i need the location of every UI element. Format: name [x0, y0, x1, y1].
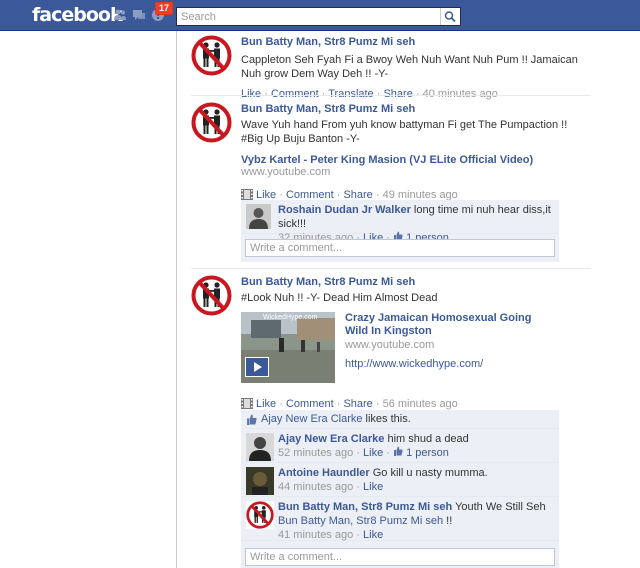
- comment-time[interactable]: 44 minutes ago: [278, 481, 353, 493]
- comment-content: Antoine Haundler Go kill u nasty mumma. …: [278, 467, 488, 493]
- comment-author[interactable]: Ajay New Era Clarke: [278, 433, 384, 445]
- commenter-avatar[interactable]: [246, 204, 274, 232]
- story-post: Bun Batty Man, Str8 Pumz Mi seh #Look Nu…: [191, 275, 591, 410]
- comment-tail: !!: [446, 515, 453, 527]
- search-box[interactable]: [176, 7, 461, 26]
- likes-sentence: Ajay New Era Clarke likes this.: [241, 410, 559, 429]
- story-post: Bun Batty Man, Str8 Pumz Mi seh Cappleto…: [191, 35, 591, 100]
- facebook-logo[interactable]: facebook: [32, 4, 123, 26]
- comment-like-link[interactable]: Like: [363, 529, 383, 541]
- story-divider: [191, 95, 591, 96]
- comment-content: Bun Batty Man, Str8 Pumz Mi seh Youth We…: [278, 501, 546, 541]
- comment-likes-count[interactable]: 1 person: [406, 447, 449, 459]
- comment-text: Youth We Still Seh: [455, 501, 546, 513]
- shared-link-url: www.youtube.com: [241, 166, 331, 178]
- comment-link[interactable]: Comment: [286, 398, 334, 410]
- comment-time[interactable]: 52 minutes ago: [278, 447, 353, 459]
- comment-like-link[interactable]: Like: [363, 481, 383, 493]
- search-input[interactable]: [177, 8, 432, 25]
- no-gay-symbol-avatar[interactable]: [191, 35, 232, 76]
- comment-item: Roshain Dudan Jr Walker long time mi nuh…: [241, 200, 559, 244]
- comment-author[interactable]: Bun Batty Man, Str8 Pumz Mi seh: [278, 501, 452, 513]
- comment-author[interactable]: Roshain Dudan Jr Walker: [278, 204, 411, 216]
- video-link[interactable]: http://www.wickedhype.com/: [345, 358, 545, 370]
- timestamp[interactable]: 40 minutes ago: [423, 88, 498, 100]
- shared-link[interactable]: Vybz Kartel - Peter King Masion (VJ ELit…: [241, 154, 581, 178]
- comment-item: Bun Batty Man, Str8 Pumz Mi seh Youth We…: [241, 497, 559, 541]
- story-body: Bun Batty Man, Str8 Pumz Mi seh Wave Yuh…: [241, 102, 581, 178]
- video-source: www.youtube.com: [345, 339, 435, 351]
- story-body: Bun Batty Man, Str8 Pumz Mi seh Cappleto…: [241, 35, 581, 101]
- thumbs-up-icon: [246, 414, 257, 428]
- story-author[interactable]: Bun Batty Man, Str8 Pumz Mi seh: [241, 35, 581, 49]
- like-link[interactable]: Like: [241, 88, 261, 100]
- write-comment-input[interactable]: Write a comment...: [245, 548, 555, 566]
- comment-text: him shud a dead: [387, 433, 469, 445]
- video-info: Crazy Jamaican Homosexual Going Wild In …: [345, 312, 545, 370]
- likes-suffix: likes this.: [365, 413, 411, 425]
- story-author[interactable]: Bun Batty Man, Str8 Pumz Mi seh: [241, 102, 581, 116]
- video-title[interactable]: Crazy Jamaican Homosexual Going Wild In …: [345, 312, 545, 338]
- share-link[interactable]: Share: [343, 398, 372, 410]
- story-message: Wave Yuh hand From yuh know battyman Fi …: [241, 119, 568, 145]
- story-message: Cappleton Seh Fyah Fi a Bwoy Weh Nuh Wan…: [241, 54, 578, 80]
- comments-box: Roshain Dudan Jr Walker long time mi nuh…: [241, 200, 559, 262]
- comment-link[interactable]: Comment: [271, 88, 319, 100]
- story-author[interactable]: Bun Batty Man, Str8 Pumz Mi seh: [241, 275, 581, 289]
- messages-icon[interactable]: [132, 8, 146, 22]
- play-icon[interactable]: [245, 357, 269, 377]
- write-comment-input[interactable]: Write a comment...: [245, 239, 555, 257]
- commenter-avatar[interactable]: [246, 467, 274, 495]
- comment-like-link[interactable]: Like: [363, 447, 383, 459]
- story-post: Bun Batty Man, Str8 Pumz Mi seh Wave Yuh…: [191, 102, 591, 201]
- comment-text: Go kill u nasty mumma.: [372, 467, 488, 479]
- shared-link-title[interactable]: Vybz Kartel - Peter King Masion (VJ ELit…: [241, 154, 581, 166]
- story-actions: Like · Comment · Translate · Share · 40 …: [241, 88, 498, 100]
- no-gay-symbol-avatar[interactable]: [191, 102, 232, 143]
- commenter-avatar[interactable]: [246, 433, 274, 461]
- search-icon[interactable]: [440, 8, 460, 25]
- liker-name[interactable]: Ajay New Era Clarke: [261, 413, 362, 425]
- comment-author[interactable]: Antoine Haundler: [278, 467, 370, 479]
- comment-content: Ajay New Era Clarke him shud a dead 52 m…: [278, 433, 469, 459]
- story-message: #Look Nuh !! -Y- Dead Him Almost Dead: [241, 292, 438, 304]
- top-bar: facebook 17: [0, 0, 640, 31]
- notifications-badge[interactable]: 17: [155, 2, 174, 15]
- translate-link[interactable]: Translate: [328, 88, 373, 100]
- comment-mention[interactable]: Bun Batty Man, Str8 Pumz Mi seh: [278, 515, 443, 527]
- story-divider: [191, 268, 591, 269]
- story-body: Bun Batty Man, Str8 Pumz Mi seh #Look Nu…: [241, 275, 581, 305]
- no-gay-symbol-avatar[interactable]: [191, 275, 232, 316]
- like-link[interactable]: Like: [256, 398, 276, 410]
- friend-requests-icon[interactable]: [113, 8, 127, 22]
- comment-item: Ajay New Era Clarke him shud a dead 52 m…: [241, 429, 559, 463]
- comment-item: Antoine Haundler Go kill u nasty mumma. …: [241, 463, 559, 497]
- thumbs-up-icon: [393, 446, 403, 459]
- video-watermark: WickedHype.com: [263, 314, 318, 321]
- left-column-divider: [176, 31, 177, 568]
- timestamp[interactable]: 56 minutes ago: [383, 398, 458, 410]
- video-thumbnail[interactable]: WickedHype.com: [241, 312, 335, 383]
- share-link[interactable]: Share: [383, 88, 412, 100]
- comments-box: Ajay New Era Clarke likes this. Ajay New…: [241, 410, 559, 568]
- comment-time[interactable]: 41 minutes ago: [278, 529, 353, 541]
- no-gay-symbol-avatar[interactable]: [246, 501, 274, 529]
